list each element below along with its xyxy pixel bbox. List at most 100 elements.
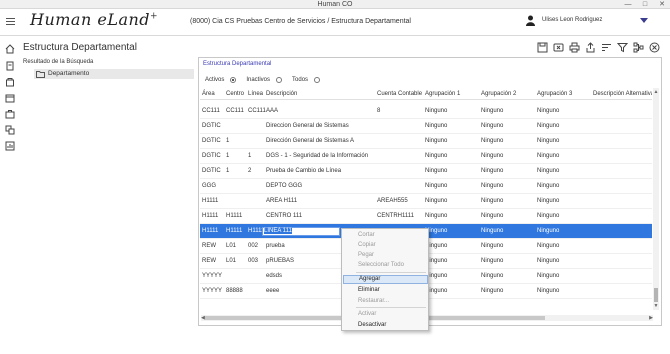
table-row[interactable]: GGG DEPTO GGG Ninguno Ninguno Ninguno — [200, 179, 652, 194]
print-icon[interactable] — [569, 42, 580, 53]
briefcase-icon[interactable] — [5, 109, 15, 119]
column-header[interactable]: Centro — [226, 88, 244, 100]
filter-inactive-radio[interactable] — [276, 77, 283, 83]
menu-item-pegar[interactable]: Pegar — [343, 251, 428, 260]
home-icon[interactable] — [5, 44, 15, 54]
export-icon[interactable] — [585, 42, 596, 53]
column-header[interactable]: Descripción — [266, 88, 297, 100]
table-cell: Ninguno — [481, 258, 504, 264]
table-cell: CENTRH1111 — [377, 213, 415, 219]
menu-item-cortar[interactable]: Cortar — [343, 231, 428, 240]
table-cell: Ninguno — [481, 168, 504, 174]
table-cell: 002 — [248, 243, 259, 249]
search-results-tree: Resultado de la Búsqueda Departamento — [20, 57, 194, 347]
filter-all-label: Todos — [292, 77, 309, 83]
report-icon[interactable] — [5, 141, 15, 151]
structure-panel: Estructura Departamental Activos Inactiv… — [198, 57, 662, 326]
menu-item-activar[interactable]: Activar — [343, 310, 428, 319]
description-edit-input[interactable]: LINEA 111 — [262, 227, 340, 236]
scroll-up-icon[interactable]: ▲ — [654, 89, 659, 95]
table-cell: REW — [202, 258, 216, 264]
table-row[interactable]: DGTIC 1 2 Prueba de Cambio de Línea Ninguno N… — [200, 164, 652, 179]
maximize-button[interactable]: □ — [637, 0, 653, 9]
table-cell: Ninguno — [425, 183, 448, 189]
menu-item-seleccionar-todo[interactable]: Seleccionar Todo — [343, 261, 428, 270]
table-row[interactable]: H1111 AREA H111 AREAH555 Ninguno Ninguno Ning… — [200, 194, 652, 209]
breadcrumb: (8000) Cia CS Pruebas Centro de Servicio… — [190, 18, 411, 25]
table-cell: DGTIC — [202, 123, 221, 129]
vertical-scroll-thumb[interactable] — [654, 288, 658, 302]
table-cell: Ninguno — [425, 108, 448, 114]
filter-inactive-label: Inactivos — [246, 77, 271, 83]
table-cell: Ninguno — [537, 108, 560, 114]
filter-all-radio[interactable] — [314, 77, 321, 83]
tree-node-departamento[interactable]: Departamento — [34, 69, 194, 79]
table-cell: Ninguno — [481, 138, 504, 144]
filter-active-radio[interactable] — [230, 77, 237, 83]
scroll-down-icon[interactable]: ▼ — [654, 303, 659, 309]
table-row[interactable]: DGTIC 1 Dirección General de Sistemas A Nin… — [200, 134, 652, 149]
table-cell: Ninguno — [425, 198, 448, 204]
column-header[interactable]: Cuenta Contable — [377, 88, 422, 100]
table-cell: 1 — [226, 168, 230, 174]
menu-separator — [356, 272, 426, 273]
table-cell: 1 — [226, 138, 230, 144]
sort-icon[interactable] — [601, 42, 612, 53]
table-cell: YYYYY — [202, 273, 223, 279]
menu-item-restaurar[interactable]: Restaurar... — [343, 297, 428, 306]
table-cell: Ninguno — [425, 213, 448, 219]
toolbar — [537, 42, 660, 54]
table-cell: L01 — [226, 258, 237, 264]
scroll-right-icon[interactable]: ▶ — [649, 315, 653, 321]
save-icon[interactable] — [537, 42, 548, 53]
table-cell: Ninguno — [425, 168, 448, 174]
table-cell: Ninguno — [481, 153, 504, 159]
column-header[interactable]: Área — [202, 88, 215, 100]
status-filter: Activos Inactivos Todos — [205, 77, 326, 83]
menu-item-desactivar[interactable]: Desactivar — [343, 321, 428, 330]
column-header[interactable]: Agrupación 1 — [425, 88, 460, 100]
menu-item-agregar[interactable]: Agregar — [343, 275, 428, 284]
table-row[interactable]: DGTIC 1 1 DGS - 1 - Seguridad de la Informa… — [200, 149, 652, 164]
table-cell: Ninguno — [537, 183, 560, 189]
menu-icon[interactable] — [6, 18, 15, 26]
table-row[interactable]: CC111 CC111 CC111 AAA 8 Ninguno Ninguno Ninguno — [200, 104, 652, 119]
table-cell: DGTIC — [202, 153, 221, 159]
tree-heading: Resultado de la Búsqueda — [23, 59, 94, 65]
table-row[interactable]: DGTIC Direccion General de Sistemas Ningun… — [200, 119, 652, 134]
table-cell: Dirección General de Sistemas A — [266, 138, 355, 144]
table-cell: Ninguno — [537, 123, 560, 129]
table-cell: DGTIC — [202, 138, 221, 144]
cancel-icon[interactable] — [553, 42, 564, 53]
column-header[interactable]: Descripción Alternativa — [593, 88, 652, 100]
table-cell: AREA H111 — [266, 198, 298, 204]
column-header[interactable]: Agrupación 3 — [537, 88, 572, 100]
document-icon[interactable] — [5, 61, 15, 71]
menu-separator — [356, 307, 426, 308]
close-window-button[interactable]: ✕ — [654, 0, 670, 9]
table-cell: Ninguno — [537, 168, 560, 174]
calendar-icon[interactable] — [5, 93, 15, 103]
left-nav — [0, 37, 20, 354]
vertical-scrollbar[interactable]: ▲ ▼ — [653, 88, 659, 310]
table-cell: Ninguno — [537, 288, 560, 294]
hierarchy-icon[interactable] — [633, 42, 644, 53]
close-icon[interactable] — [649, 42, 660, 53]
table-row[interactable]: H1111 H1111 CENTRO 111 CENTRH1111 Ninguno Nin… — [200, 209, 652, 224]
table-cell: Ninguno — [481, 228, 504, 234]
building-icon[interactable] — [5, 77, 15, 87]
menu-item-copiar[interactable]: Copiar — [343, 241, 428, 250]
table-cell: pRUEBAS — [266, 258, 295, 264]
table-cell: Ninguno — [481, 108, 504, 114]
logo-mark: + — [150, 11, 159, 22]
table-cell: YYYYY — [202, 288, 223, 294]
filter-icon[interactable] — [617, 42, 628, 53]
chevron-down-icon[interactable] — [640, 18, 648, 23]
transfer-icon[interactable] — [5, 125, 15, 135]
table-cell: Ninguno — [537, 228, 560, 234]
menu-item-eliminar[interactable]: Eliminar — [343, 286, 428, 295]
table-cell: DGS - 1 - Seguridad de la Información — [266, 153, 369, 159]
column-header[interactable]: Línea — [248, 88, 263, 100]
column-header[interactable]: Agrupación 2 — [481, 88, 516, 100]
minimize-button[interactable]: — — [620, 0, 636, 9]
